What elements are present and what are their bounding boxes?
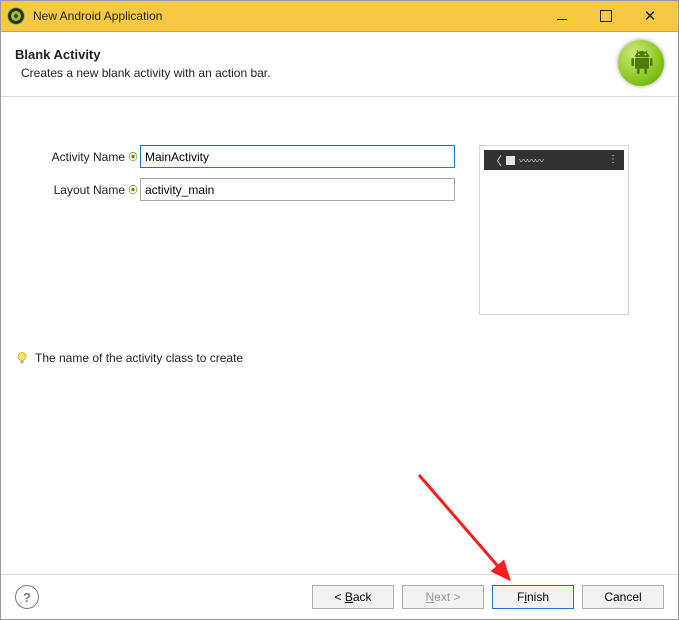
cancel-button[interactable]: Cancel	[582, 585, 664, 609]
form-area: Activity Name ⦿ Layout Name ⦿ 〈 〰〰〰	[15, 145, 664, 315]
wizard-header: Blank Activity Creates a new blank activ…	[1, 32, 678, 97]
hint-text: The name of the activity class to create	[35, 351, 243, 365]
maximize-button[interactable]	[584, 2, 628, 30]
decorator-icon: ⦿	[128, 185, 138, 195]
wizard-header-text: Blank Activity Creates a new blank activ…	[15, 47, 606, 80]
activity-name-label: Activity Name	[15, 150, 127, 164]
preview-actionbar: 〈 〰〰〰 ⋮	[484, 150, 624, 170]
close-button[interactable]: ✕	[628, 2, 672, 30]
lightbulb-icon	[15, 351, 29, 365]
back-chevron-icon: 〈	[490, 152, 502, 169]
titlebar[interactable]: New Android Application ✕	[1, 1, 678, 32]
page-subtitle: Creates a new blank activity with an act…	[21, 66, 606, 80]
decorator-icon: ⦿	[128, 152, 138, 162]
finish-button[interactable]: Finish	[492, 585, 574, 609]
wizard-footer: ? < Back Next > Finish Cancel	[1, 574, 678, 619]
finish-button-label: Finish	[517, 590, 549, 604]
window-controls: ✕	[540, 2, 672, 30]
page-title: Blank Activity	[15, 47, 606, 62]
app-icon	[7, 7, 25, 25]
layout-name-row: Layout Name ⦿	[15, 178, 455, 201]
overflow-menu-icon: ⋮	[608, 157, 618, 163]
title-placeholder-icon: 〰〰〰	[519, 154, 543, 167]
back-button-label: < Back	[334, 590, 371, 604]
form-fields: Activity Name ⦿ Layout Name ⦿	[15, 145, 455, 211]
help-button[interactable]: ?	[15, 585, 39, 609]
next-button: Next >	[402, 585, 484, 609]
activity-name-input[interactable]	[140, 145, 455, 168]
back-button[interactable]: < Back	[312, 585, 394, 609]
activity-name-row: Activity Name ⦿	[15, 145, 455, 168]
preview-content	[484, 170, 624, 310]
app-square-icon	[506, 156, 515, 165]
wizard-body: Activity Name ⦿ Layout Name ⦿ 〈 〰〰〰	[1, 97, 678, 574]
window-title: New Android Application	[33, 9, 540, 23]
layout-preview: 〈 〰〰〰 ⋮	[479, 145, 629, 315]
next-button-label: Next >	[425, 590, 460, 604]
dialog-window: New Android Application ✕ Blank Activity…	[0, 0, 679, 620]
minimize-button[interactable]	[540, 2, 584, 30]
android-logo-icon	[618, 40, 664, 86]
preview-actionbar-left: 〈 〰〰〰	[490, 152, 543, 169]
layout-name-label: Layout Name	[15, 183, 127, 197]
field-hint: The name of the activity class to create	[15, 351, 664, 365]
layout-name-input[interactable]	[140, 178, 455, 201]
